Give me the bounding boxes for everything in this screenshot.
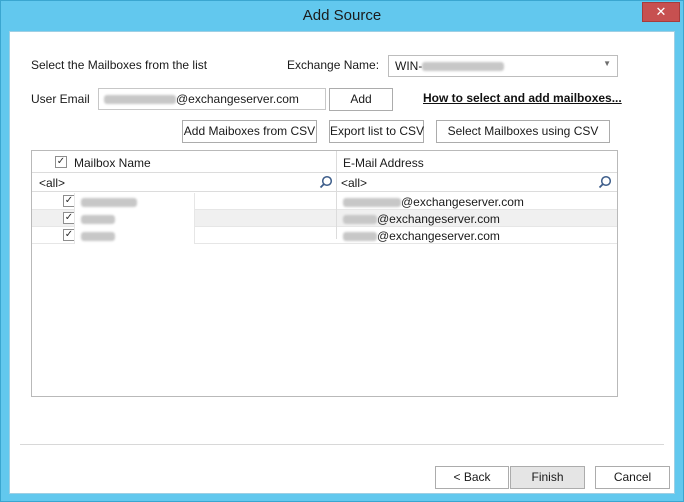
export-list-csv-button[interactable]: Export list to CSV — [329, 120, 424, 143]
user-email-field[interactable]: @exchangeserver.com — [98, 88, 326, 110]
mailbox-name-cell — [74, 227, 195, 244]
table-row[interactable]: ✓ @exchangeserver.com — [32, 193, 617, 210]
filter-mailbox-name[interactable]: <all> — [39, 176, 65, 190]
email-address-cell: @exchangeserver.com — [343, 195, 524, 209]
email-address-cell: @exchangeserver.com — [343, 229, 500, 243]
footer-divider — [20, 444, 664, 445]
dialog-body: Select the Mailboxes from the list Excha… — [9, 31, 675, 494]
grid-filter-row: <all> <all> — [32, 173, 617, 192]
add-button[interactable]: Add — [329, 88, 393, 111]
checkbox-checked-icon: ✓ — [64, 229, 74, 240]
chevron-down-icon: ▼ — [603, 59, 611, 68]
close-button[interactable]: ✕ — [642, 2, 680, 22]
search-icon[interactable] — [319, 175, 333, 189]
how-to-select-link[interactable]: How to select and add mailboxes... — [423, 91, 622, 105]
user-email-label: User Email — [31, 92, 90, 106]
close-icon: ✕ — [655, 4, 667, 19]
exchange-name-label: Exchange Name: — [287, 58, 380, 72]
filter-email-address[interactable]: <all> — [341, 176, 367, 190]
column-header-email-address[interactable]: E-Mail Address — [343, 156, 424, 170]
dialog-title: Add Source — [302, 7, 382, 24]
cancel-button[interactable]: Cancel — [595, 466, 670, 489]
select-all-checkbox[interactable]: ✓ — [55, 156, 67, 168]
exchange-name-select[interactable]: WIN- ▼ — [388, 55, 618, 77]
finish-button[interactable]: Finish — [510, 466, 585, 489]
checkbox-checked-icon: ✓ — [64, 212, 74, 223]
mailbox-grid: ✓ Mailbox Name E-Mail Address <all> <all… — [31, 150, 618, 397]
add-from-csv-button[interactable]: Add Maiboxes from CSV — [182, 120, 317, 143]
back-button[interactable]: < Back — [435, 466, 509, 489]
mailbox-name-cell — [74, 193, 195, 210]
select-mailboxes-csv-button[interactable]: Select Mailboxes using CSV — [436, 120, 610, 143]
select-mailboxes-label: Select the Mailboxes from the list — [31, 58, 208, 72]
column-divider — [336, 151, 337, 239]
table-row[interactable]: ✓ @exchangeserver.com — [32, 227, 617, 244]
table-row[interactable]: ✓ @exchangeserver.com — [32, 210, 617, 227]
checkbox-checked-icon: ✓ — [64, 195, 74, 206]
search-icon[interactable] — [598, 175, 612, 189]
mailbox-name-cell — [74, 210, 195, 227]
email-address-cell: @exchangeserver.com — [343, 212, 500, 226]
exchange-name-value: WIN- — [395, 59, 505, 73]
grid-header: ✓ Mailbox Name E-Mail Address — [32, 151, 617, 173]
column-header-mailbox-name[interactable]: Mailbox Name — [74, 156, 151, 170]
title-bar[interactable]: Add Source ✕ — [1, 1, 683, 31]
checkbox-checked-icon: ✓ — [56, 156, 66, 167]
add-source-dialog: Add Source ✕ Select the Mailboxes from t… — [0, 0, 684, 502]
